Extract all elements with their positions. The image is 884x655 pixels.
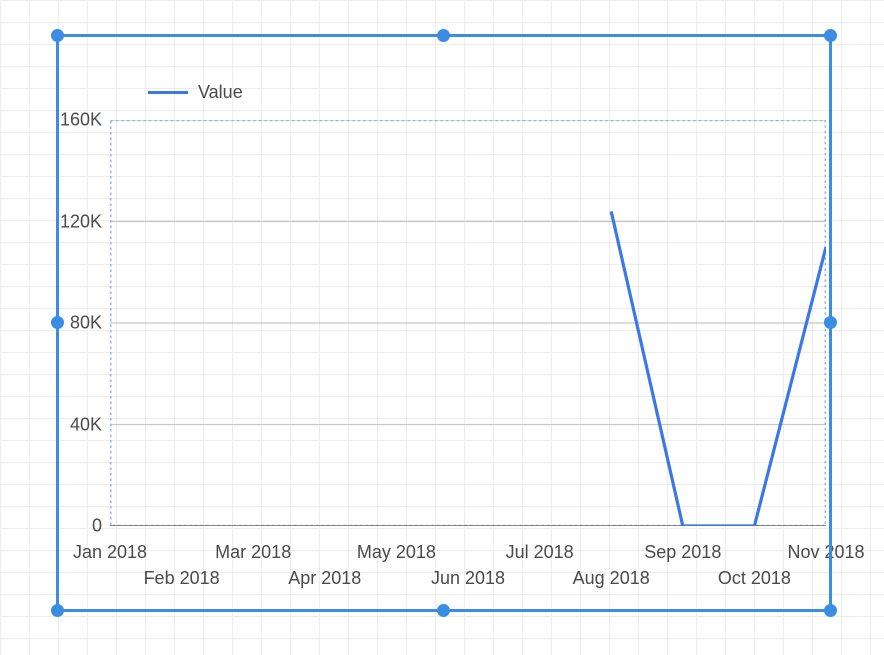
plot-area[interactable]	[110, 120, 826, 526]
x-tick-label: Nov 2018	[787, 542, 864, 563]
y-tick-label: 0	[92, 516, 102, 537]
legend-series-label: Value	[198, 82, 243, 103]
resize-handle-bottom-left[interactable]	[51, 604, 64, 617]
x-tick-label: May 2018	[357, 542, 436, 563]
resize-handle-bottom-right[interactable]	[824, 604, 837, 617]
legend[interactable]: Value	[148, 82, 243, 103]
x-tick-label: Jan 2018	[73, 542, 147, 563]
legend-series-swatch	[148, 91, 188, 94]
resize-handle-top-middle[interactable]	[437, 29, 450, 42]
y-tick-label: 80K	[70, 313, 102, 334]
x-tick-label: Feb 2018	[144, 568, 220, 589]
plot-svg	[110, 120, 826, 526]
resize-handle-top-right[interactable]	[824, 29, 837, 42]
x-axis-labels: Jan 2018 Feb 2018 Mar 2018 Apr 2018 May …	[110, 534, 826, 612]
y-tick-label: 40K	[70, 414, 102, 435]
resize-handle-top-left[interactable]	[51, 29, 64, 42]
resize-handle-bottom-middle[interactable]	[437, 604, 450, 617]
x-tick-label: Jul 2018	[506, 542, 574, 563]
chart-object[interactable]: Value 160K 120K 80K 40K 0 Jan 2018 Feb 2…	[56, 34, 832, 612]
resize-handle-middle-right[interactable]	[824, 316, 837, 329]
x-tick-label: Jun 2018	[431, 568, 505, 589]
resize-handle-middle-left[interactable]	[51, 316, 64, 329]
y-tick-label: 120K	[60, 211, 102, 232]
y-tick-label: 160K	[60, 110, 102, 131]
x-tick-label: Mar 2018	[215, 542, 291, 563]
x-tick-label: Oct 2018	[718, 568, 791, 589]
x-tick-label: Apr 2018	[288, 568, 361, 589]
x-tick-label: Aug 2018	[573, 568, 650, 589]
x-tick-label: Sep 2018	[644, 542, 721, 563]
